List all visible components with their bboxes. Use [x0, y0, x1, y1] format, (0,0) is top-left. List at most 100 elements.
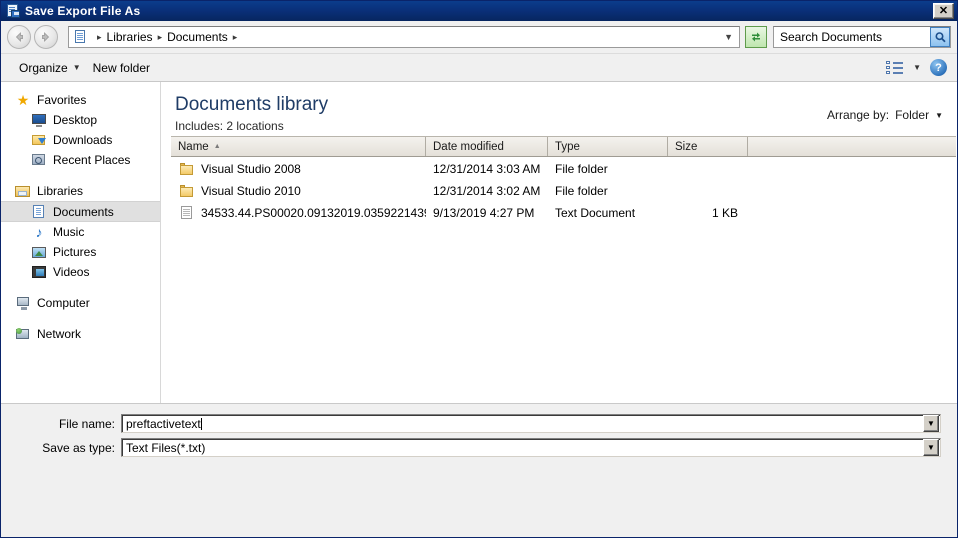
title-bar: Save Export File As ✕ [1, 1, 957, 21]
navigation-pane: ★ Favorites Desktop Downloads Recent Pla… [1, 82, 161, 403]
column-header-type[interactable]: Type [548, 137, 668, 156]
column-label-name: Name [178, 140, 209, 153]
sidebar-item-music[interactable]: ♪ Music [1, 222, 160, 242]
toolbar-right-group: ▼ ? [886, 59, 949, 76]
cell-name: Visual Studio 2010 [171, 184, 426, 198]
search-input[interactable]: Search Documents [774, 30, 930, 44]
cell-name: 34533.44.PS00020.09132019.0359221439 … [171, 206, 426, 220]
file-name: 34533.44.PS00020.09132019.0359221439 … [201, 206, 426, 220]
column-header-filler[interactable] [748, 137, 956, 156]
arrange-by-control[interactable]: Arrange by: Folder ▼ [827, 94, 943, 122]
table-row[interactable]: Visual Studio 2008 12/31/2014 3:03 AM Fi… [171, 158, 956, 180]
breadcrumb-documents[interactable]: Documents [167, 30, 228, 44]
toolbar: Organize ▼ New folder ▼ ? [1, 54, 957, 82]
sidebar-item-downloads[interactable]: Downloads [1, 130, 160, 150]
sidebar-item-documents[interactable]: Documents [1, 201, 160, 222]
table-row[interactable]: 34533.44.PS00020.09132019.0359221439 … 9… [171, 202, 956, 224]
search-box[interactable]: Search Documents [773, 26, 951, 48]
sidebar-gap-3 [1, 313, 160, 324]
cell-date-modified: 12/31/2014 3:02 AM [433, 184, 541, 198]
close-button[interactable]: ✕ [933, 3, 954, 19]
music-icon: ♪ [35, 224, 43, 240]
cell-type: File folder [555, 162, 608, 176]
file-name-combobox[interactable]: preftactivetext ▼ [121, 414, 941, 433]
sidebar-item-videos[interactable]: Videos [1, 262, 160, 282]
save-as-type-label: Save as type: [42, 440, 115, 455]
column-header-name[interactable]: Name ▲ [171, 137, 426, 156]
file-rows: Visual Studio 2008 12/31/2014 3:03 AM Fi… [171, 158, 956, 403]
library-icon [15, 183, 31, 199]
refresh-button[interactable] [745, 26, 767, 48]
downloads-icon [31, 132, 47, 148]
sidebar-item-desktop[interactable]: Desktop [1, 110, 160, 130]
documents-icon [31, 204, 47, 220]
view-dropdown-icon[interactable]: ▼ [913, 63, 921, 72]
chevron-down-icon: ▼ [927, 442, 935, 452]
library-heading-group: Documents library Includes: 2 locations [175, 94, 328, 133]
column-header-date-modified[interactable]: Date modified [426, 137, 548, 156]
file-name-input[interactable]: preftactivetext [122, 417, 923, 431]
new-folder-button[interactable]: New folder [87, 58, 156, 78]
search-button[interactable] [930, 27, 950, 47]
file-name: Visual Studio 2008 [201, 162, 301, 176]
save-as-type-row: Save as type: Text Files(*.txt) ▼ [1, 433, 957, 457]
breadcrumb-separator-2[interactable]: ▸ [233, 32, 238, 42]
file-list-pane: Documents library Includes: 2 locations … [161, 82, 957, 403]
star-icon: ★ [16, 92, 30, 108]
chevron-down-icon: ▼ [72, 63, 81, 72]
new-folder-label: New folder [92, 60, 150, 75]
address-bar[interactable]: ▸ Libraries ▸ Documents ▸ ▼ [68, 26, 740, 48]
file-name: Visual Studio 2010 [201, 184, 301, 198]
arrange-by-label: Arrange by: [827, 108, 890, 122]
save-as-type-dropdown-button[interactable]: ▼ [923, 439, 939, 456]
sidebar-item-computer[interactable]: Computer [1, 293, 160, 313]
save-as-type-combobox[interactable]: Text Files(*.txt) ▼ [121, 438, 941, 457]
sidebar-item-favorites[interactable]: ★ Favorites [1, 90, 160, 110]
library-breadcrumb-icon [72, 29, 88, 45]
sidebar-item-recent-places[interactable]: Recent Places [1, 150, 160, 170]
sidebar-item-pictures[interactable]: Pictures [1, 242, 160, 262]
save-export-file-as-dialog: Save Export File As ✕ ▸ Libraries ▸ Docu… [0, 0, 958, 538]
save-form-panel: File name: preftactivetext ▼ Save as typ… [1, 404, 957, 537]
save-as-type-value[interactable]: Text Files(*.txt) [122, 441, 923, 455]
table-row[interactable]: Visual Studio 2010 12/31/2014 3:02 AM Fi… [171, 180, 956, 202]
sidebar-label-recent-places: Recent Places [53, 153, 131, 167]
column-label-date-modified: Date modified [433, 140, 504, 153]
forward-button[interactable] [34, 25, 58, 49]
magnifier-icon [934, 31, 946, 42]
list-view-icon[interactable] [886, 60, 904, 75]
cell-name: Visual Studio 2008 [171, 162, 426, 176]
sidebar-item-libraries[interactable]: Libraries [1, 181, 160, 201]
sidebar-label-videos: Videos [53, 265, 90, 279]
file-name-label: File name: [58, 416, 115, 431]
back-button[interactable] [7, 25, 31, 49]
desktop-icon [31, 112, 47, 128]
sidebar-label-documents: Documents [53, 204, 114, 219]
cell-size: 1 KB [711, 206, 738, 220]
back-arrow-icon [15, 32, 23, 42]
sort-ascending-icon: ▲ [213, 143, 221, 150]
file-name-value: preftactivetext [126, 416, 201, 431]
breadcrumb-libraries[interactable]: Libraries [107, 30, 153, 44]
address-dropdown-icon[interactable]: ▼ [724, 32, 737, 42]
sidebar-item-network[interactable]: Network [1, 324, 160, 344]
help-icon[interactable]: ? [930, 59, 947, 76]
chevron-down-icon: ▼ [935, 110, 943, 120]
column-label-size: Size [675, 140, 698, 153]
file-name-dropdown-button[interactable]: ▼ [923, 415, 939, 432]
text-document-icon [179, 206, 195, 220]
cell-date-modified: 9/13/2019 4:27 PM [433, 206, 535, 220]
organize-button[interactable]: Organize ▼ [13, 58, 87, 78]
folder-icon [179, 162, 195, 176]
refresh-icon [752, 32, 760, 42]
file-name-row: File name: preftactivetext ▼ [1, 404, 957, 433]
computer-icon [15, 295, 31, 311]
column-header-size[interactable]: Size [668, 137, 748, 156]
forward-arrow-icon [42, 32, 50, 42]
cell-date-modified: 12/31/2014 3:03 AM [433, 162, 541, 176]
save-document-icon [5, 3, 21, 19]
library-subtitle: Includes: 2 locations [175, 119, 284, 133]
navigation-bar: ▸ Libraries ▸ Documents ▸ ▼ Search Docum… [1, 21, 957, 54]
sidebar-label-desktop: Desktop [53, 113, 98, 127]
videos-icon [31, 264, 47, 280]
